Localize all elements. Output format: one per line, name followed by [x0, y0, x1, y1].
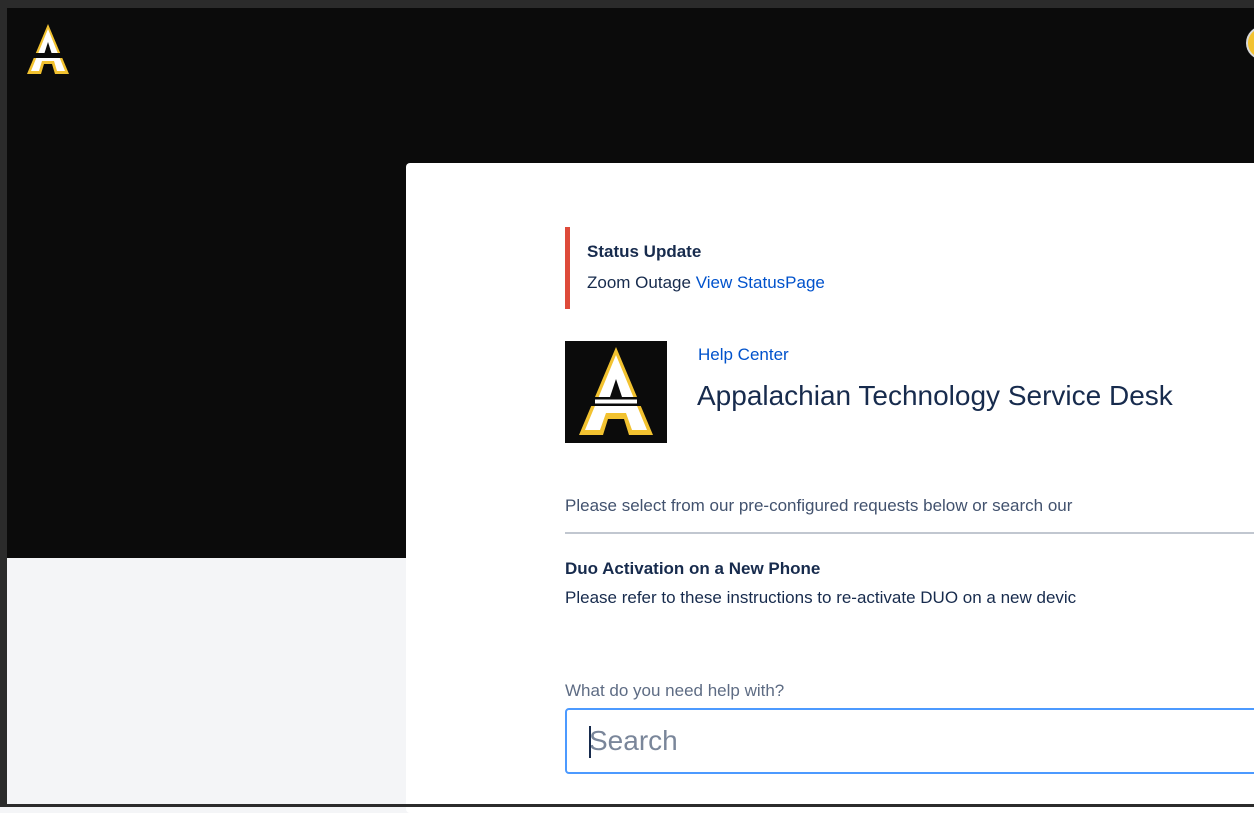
service-desk-logo-icon [565, 341, 667, 443]
status-message: Zoom Outage [587, 273, 691, 292]
request-type-description: Please refer to these instructions to re… [565, 588, 1077, 607]
search-label: What do you need help with? [565, 681, 785, 700]
intro-text: Please select from our pre-configured re… [565, 496, 1073, 515]
page-title: Appalachian Technology Service Desk [697, 380, 1173, 411]
section-divider [565, 532, 1254, 534]
help-center-link[interactable]: Help Center [698, 345, 789, 365]
window-frame-left [0, 0, 7, 807]
appalachian-logo-icon[interactable] [20, 20, 76, 78]
status-title: Status Update [587, 242, 702, 261]
window-frame-top [0, 0, 1254, 8]
status-message-row: Zoom Outage View StatusPage [587, 273, 825, 293]
status-banner: Status Update Zoom Outage View StatusPag… [565, 227, 1170, 309]
search-input[interactable] [589, 710, 1254, 772]
request-type-title[interactable]: Duo Activation on a New Phone [565, 559, 820, 579]
view-statuspage-link[interactable]: View StatusPage [696, 273, 825, 292]
search-box[interactable] [565, 708, 1254, 774]
text-cursor [589, 726, 591, 758]
